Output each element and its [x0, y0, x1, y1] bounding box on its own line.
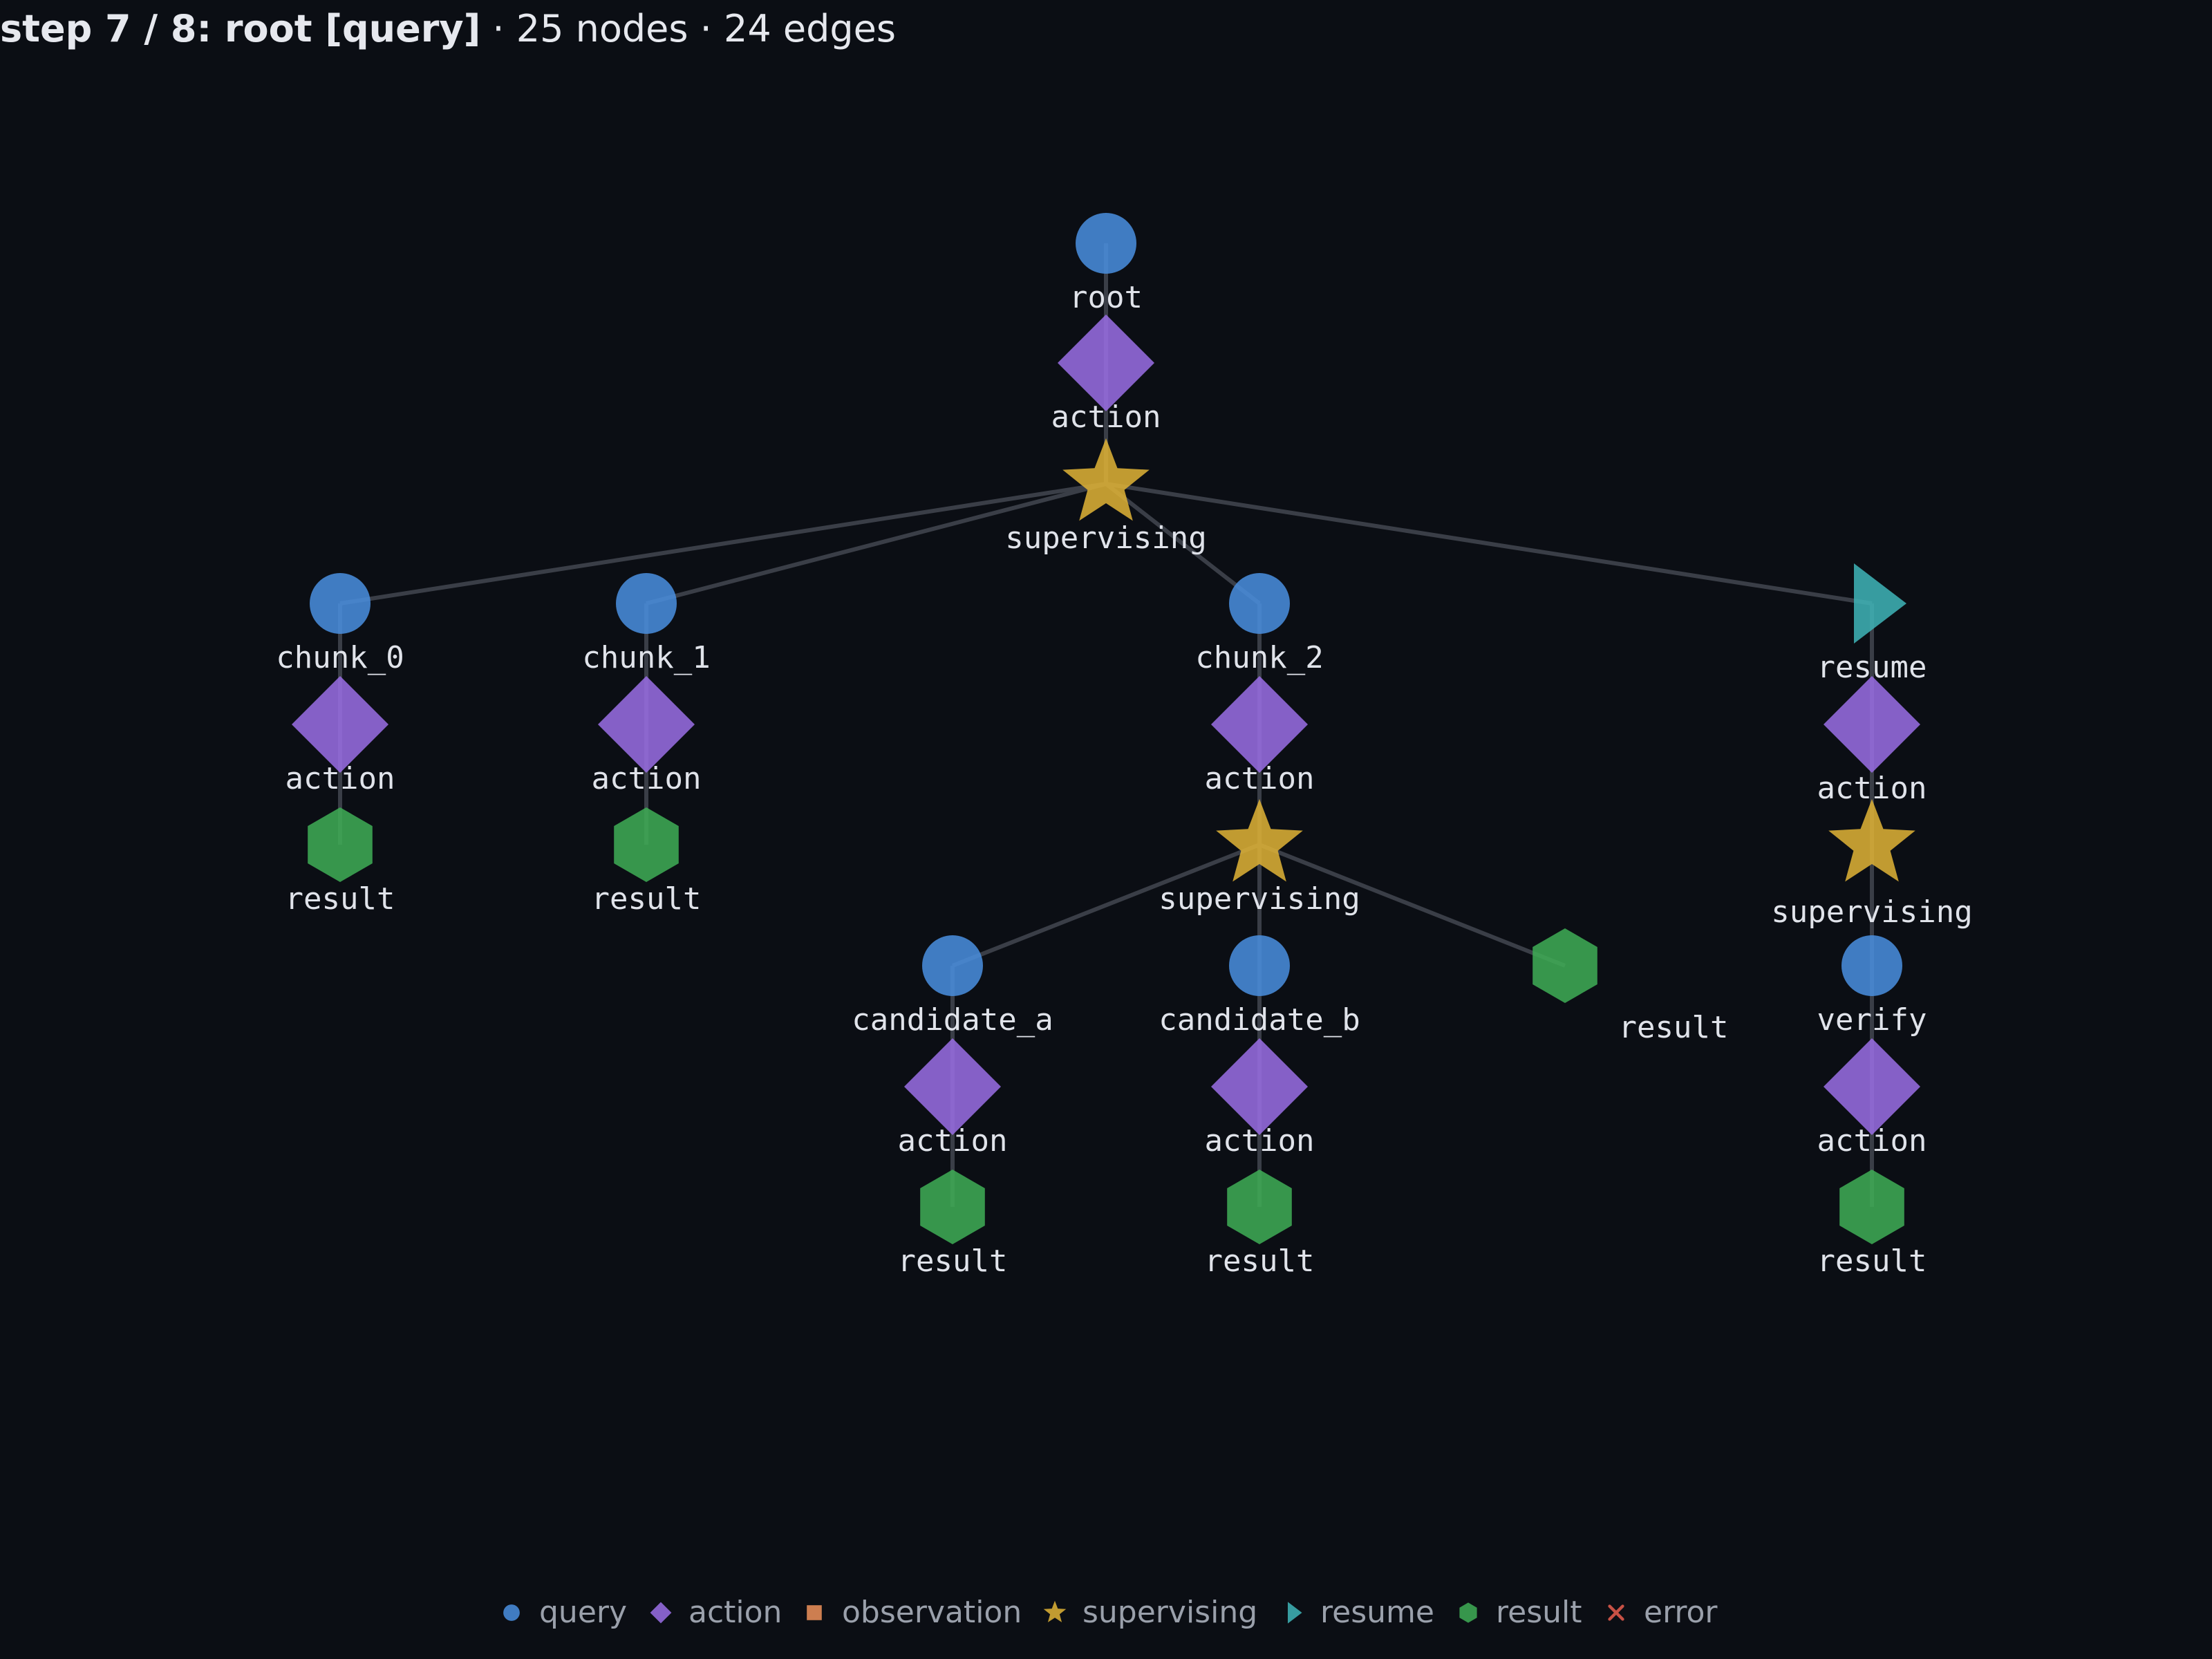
node-label-result_sup2: result — [1619, 1010, 1729, 1045]
node-label-result_cb: result — [1205, 1244, 1315, 1279]
node-result_cb-result-shape[interactable] — [1227, 1170, 1292, 1244]
legend-label-supervising: supervising — [1082, 1595, 1257, 1630]
node-label-action_root: action — [1051, 400, 1161, 435]
legend-label-error: error — [1644, 1595, 1718, 1630]
node-label-chunk_0: chunk_0 — [276, 640, 404, 675]
node-label-sup_root: supervising — [1005, 521, 1206, 556]
node-chunk_0-query-shape[interactable] — [310, 573, 371, 634]
legend-action-icon[interactable] — [650, 1602, 672, 1624]
node-label-candidate_b: candidate_b — [1159, 1002, 1360, 1038]
node-action_c1-action-shape[interactable] — [598, 676, 695, 773]
legend-item-observation: observation — [807, 1595, 1022, 1630]
legend-query-icon[interactable] — [503, 1604, 520, 1621]
node-action_res-action-shape[interactable] — [1824, 676, 1920, 773]
node-label-verify: verify — [1817, 1002, 1927, 1038]
node-label-action_c1: action — [592, 761, 702, 796]
graph-canvas: rootactionsupervisingchunk_0actionresult… — [276, 213, 1973, 1630]
node-chunk_2-query-shape[interactable] — [1229, 573, 1290, 634]
legend-supervising-icon[interactable] — [1043, 1600, 1067, 1622]
node-candidate_a-query-shape[interactable] — [922, 935, 983, 996]
legend-observation-icon[interactable] — [807, 1605, 822, 1620]
node-label-sup_c2: supervising — [1159, 881, 1360, 917]
node-action_root-action-shape[interactable] — [1058, 315, 1154, 411]
edge-sup_root-resume — [1105, 482, 1873, 606]
node-result_c1-result-shape[interactable] — [614, 807, 679, 882]
node-label-action_c2: action — [1205, 761, 1315, 796]
node-label-candidate_a: candidate_a — [852, 1002, 1053, 1038]
node-label-sup_res: supervising — [1771, 894, 1972, 930]
node-verify-query-shape[interactable] — [1841, 935, 1902, 996]
legend-result-icon[interactable] — [1459, 1602, 1477, 1623]
node-action_ca-action-shape[interactable] — [904, 1038, 1001, 1135]
legend-item-query: query — [503, 1595, 627, 1630]
node-label-action_ca: action — [898, 1123, 1008, 1159]
node-chunk_1-query-shape[interactable] — [616, 573, 677, 634]
labels-layer: rootactionsupervisingchunk_0actionresult… — [276, 280, 1972, 1279]
node-label-action_c0: action — [285, 761, 395, 796]
node-label-result_ca: result — [898, 1244, 1008, 1279]
legend-item-action: action — [650, 1595, 782, 1630]
node-label-root: root — [1069, 280, 1143, 315]
node-candidate_b-query-shape[interactable] — [1229, 935, 1290, 996]
node-label-resume: resume — [1817, 650, 1927, 685]
legend-item-result: result — [1459, 1595, 1582, 1630]
node-label-result_ver: result — [1817, 1244, 1927, 1279]
legend-item-supervising: supervising — [1043, 1595, 1257, 1630]
node-label-action_res: action — [1817, 771, 1927, 806]
node-result_sup2-result-shape[interactable] — [1533, 928, 1597, 1003]
legend-resume-icon[interactable] — [1287, 1602, 1302, 1624]
nodes-layer — [292, 213, 1920, 1244]
legend: query action observation supervising resume r… — [503, 1595, 1718, 1630]
node-label-action_cb: action — [1205, 1123, 1315, 1159]
node-result_ver-result-shape[interactable] — [1839, 1170, 1904, 1244]
legend-label-observation: observation — [842, 1595, 1022, 1630]
node-action_c2-action-shape[interactable] — [1211, 676, 1308, 773]
node-action_ver-action-shape[interactable] — [1824, 1038, 1920, 1135]
legend-label-result: result — [1496, 1595, 1582, 1630]
node-result_c0-result-shape[interactable] — [308, 807, 373, 882]
node-action_c0-action-shape[interactable] — [292, 676, 388, 773]
legend-label-action: action — [688, 1595, 782, 1630]
legend-label-query: query — [539, 1595, 627, 1630]
legend-item-resume: resume — [1287, 1595, 1434, 1630]
node-resume-resume-shape[interactable] — [1854, 563, 1906, 644]
legend-error-icon[interactable] — [1608, 1604, 1624, 1621]
node-label-action_ver: action — [1817, 1123, 1927, 1159]
node-root-query-shape[interactable] — [1076, 213, 1136, 274]
node-result_ca-result-shape[interactable] — [920, 1170, 985, 1244]
legend-item-error: error — [1608, 1595, 1718, 1630]
legend-label-resume: resume — [1320, 1595, 1434, 1630]
node-action_cb-action-shape[interactable] — [1211, 1038, 1308, 1135]
node-label-result_c0: result — [285, 881, 395, 917]
node-label-result_c1: result — [592, 881, 702, 917]
node-label-chunk_2: chunk_2 — [1195, 640, 1323, 675]
node-label-chunk_1: chunk_1 — [582, 640, 710, 675]
